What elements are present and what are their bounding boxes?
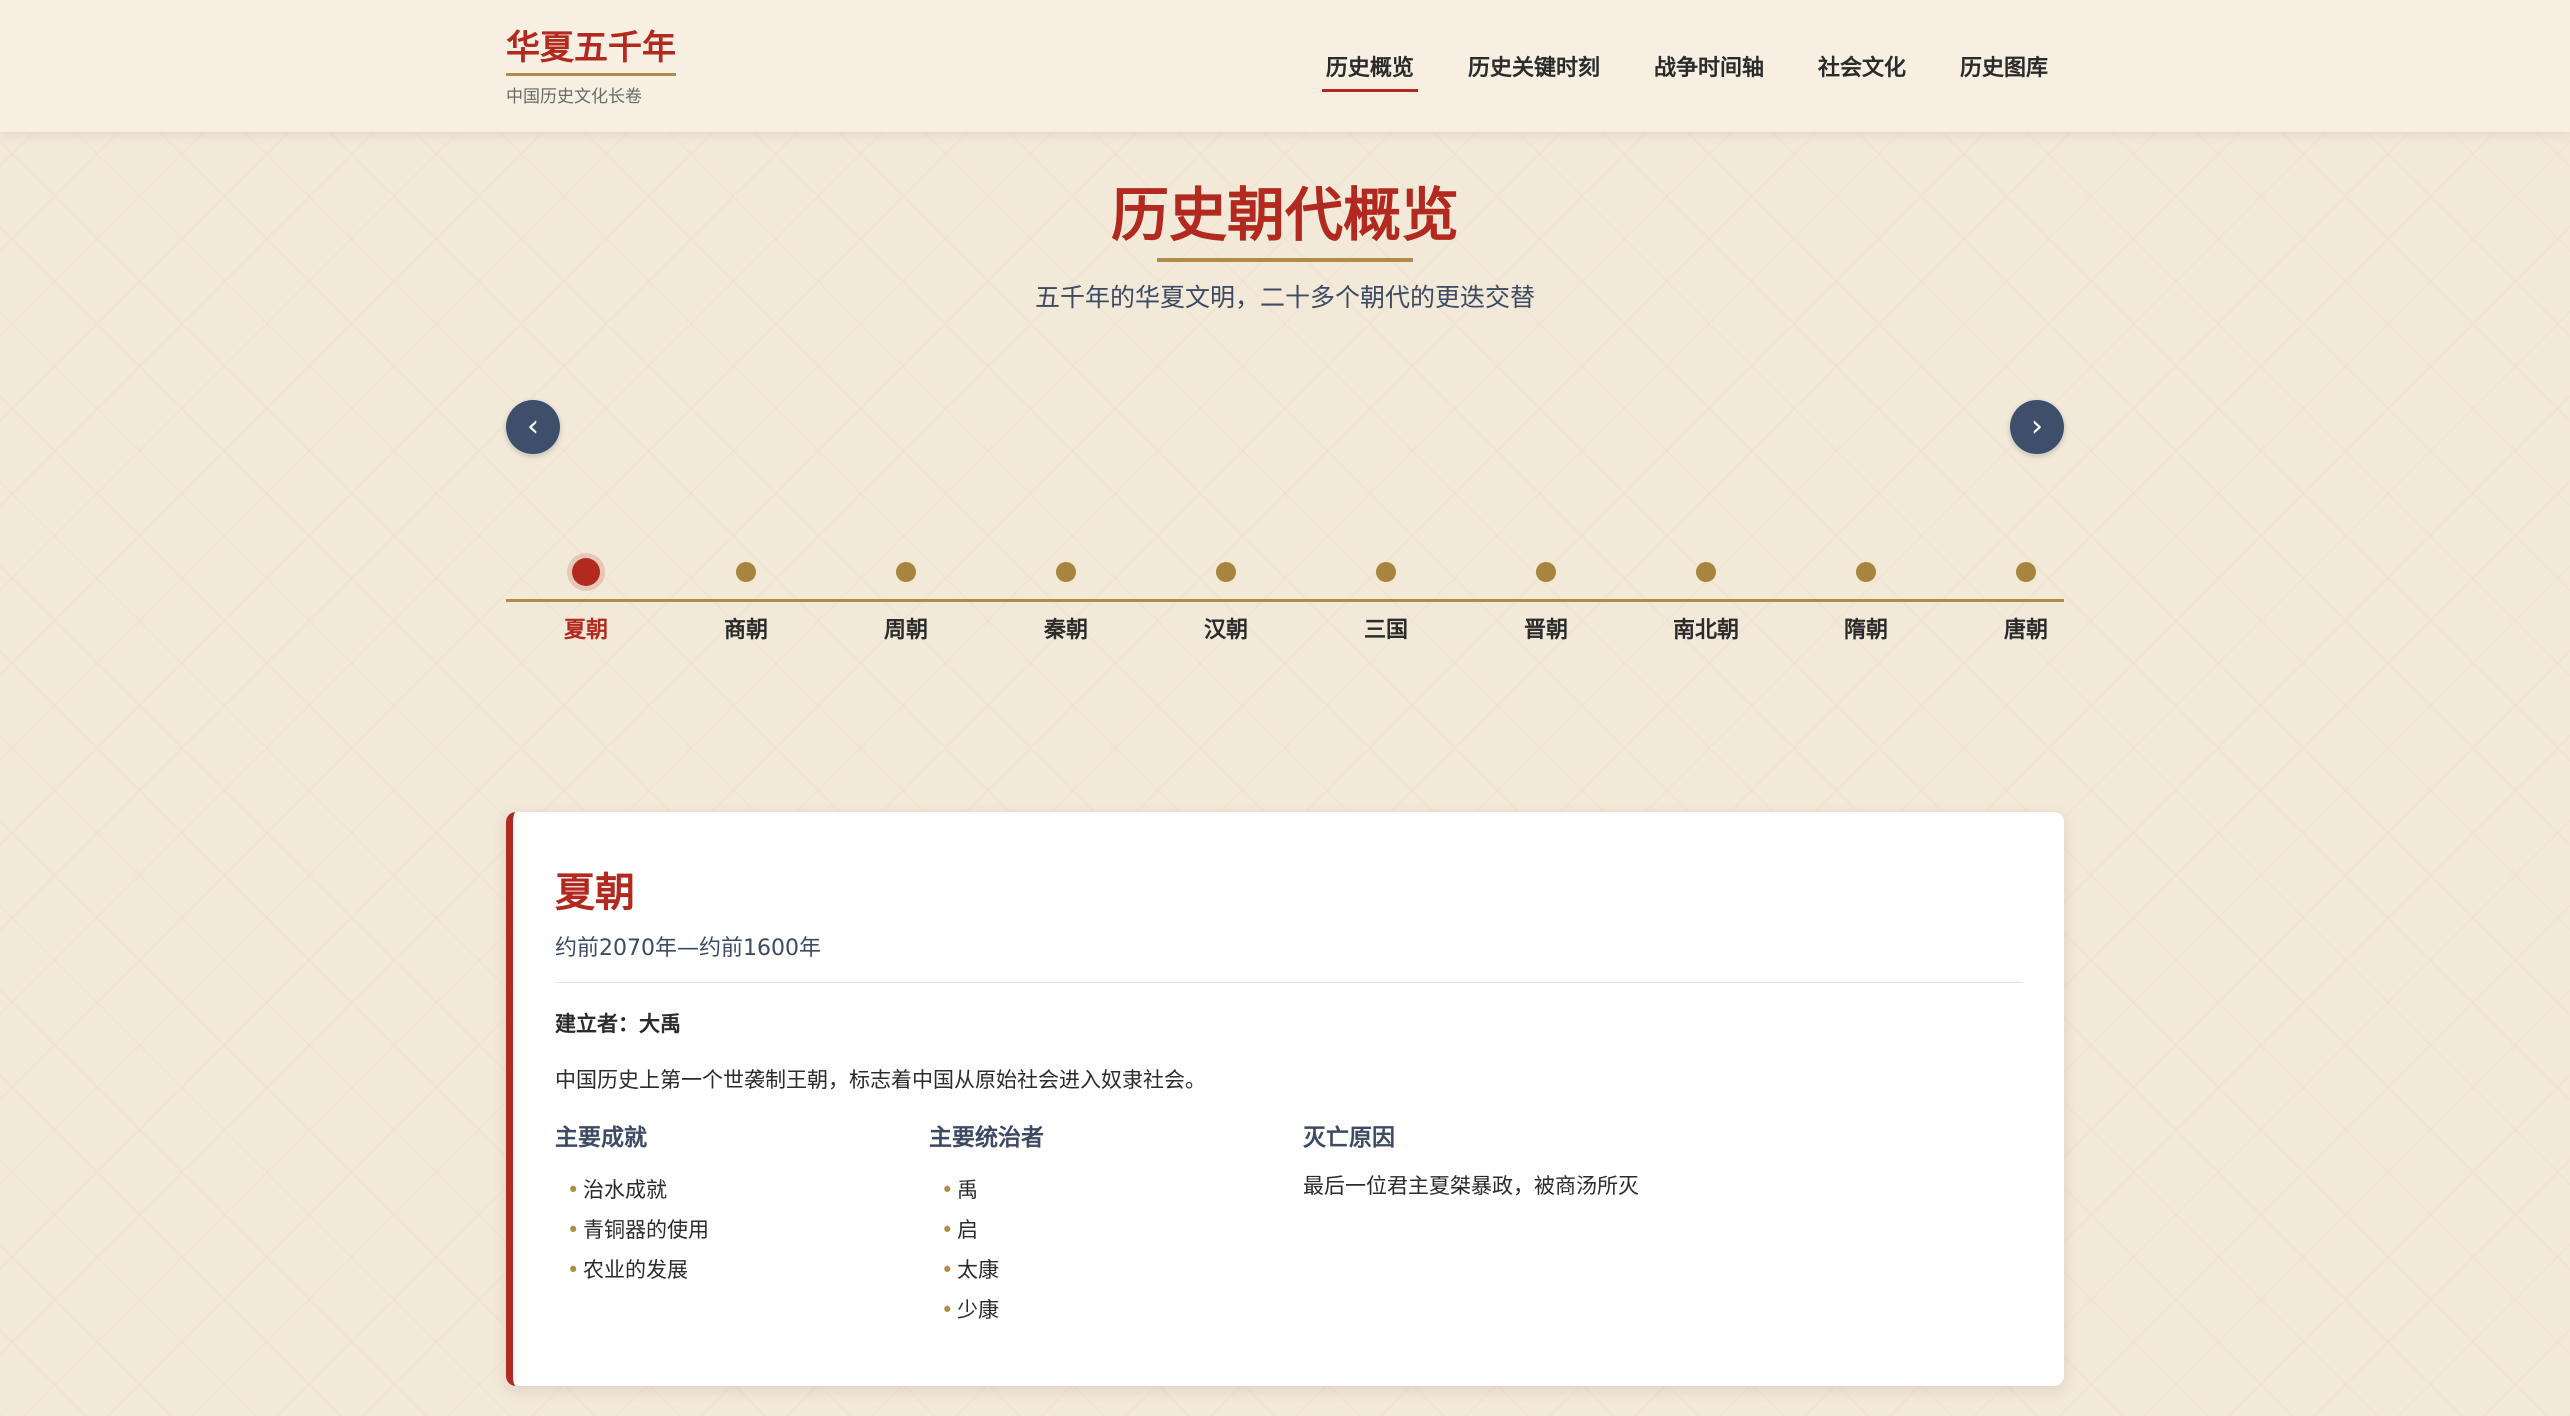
- list-item: 启: [941, 1210, 1044, 1250]
- next-arrow-button[interactable]: ›: [2010, 400, 2064, 454]
- timeline-item-han[interactable]: 汉朝: [1146, 540, 1306, 644]
- timeline-label: 周朝: [883, 618, 928, 643]
- dynasty-founder: 建立者：大禹: [555, 1012, 681, 1036]
- logo-title: 华夏五千年: [506, 28, 676, 76]
- list-item: 少康: [941, 1290, 1044, 1330]
- title-underline: [1157, 258, 1413, 262]
- dynasty-timeline: 夏朝 商朝 周朝 秦朝 汉朝 三国 晋朝 南北朝 隋朝 唐朝: [506, 540, 2064, 660]
- fall-column: 灭亡原因 最后一位君主夏桀暴政，被商汤所灭: [1303, 1118, 1639, 1200]
- timeline-dot: [736, 562, 756, 582]
- nav-item-key-moments[interactable]: 历史关键时刻: [1468, 50, 1600, 92]
- dynasty-description: 中国历史上第一个世袭制王朝，标志着中国从原始社会进入奴隶社会。: [555, 1068, 1206, 1092]
- timeline-item-sui[interactable]: 隋朝: [1786, 540, 1946, 644]
- achievements-list: 治水成就 青铜器的使用 农业的发展: [555, 1170, 709, 1290]
- achievements-column: 主要成就 治水成就 青铜器的使用 农业的发展: [555, 1118, 709, 1290]
- timeline-dot: [1696, 562, 1716, 582]
- timeline-label: 隋朝: [1843, 618, 1888, 643]
- list-item: 太康: [941, 1250, 1044, 1290]
- timeline-label: 晋朝: [1523, 618, 1568, 643]
- rulers-column: 主要统治者 禹 启 太康 少康: [929, 1118, 1044, 1330]
- timeline-item-jin[interactable]: 晋朝: [1466, 540, 1626, 644]
- timeline-dot: [1056, 562, 1076, 582]
- timeline-dot: [896, 562, 916, 582]
- site-header: 华夏五千年 中国历史文化长卷 历史概览 历史关键时刻 战争时间轴 社会文化 历史…: [0, 0, 2570, 132]
- page-subtitle: 五千年的华夏文明，二十多个朝代的更迭交替: [1034, 283, 1535, 312]
- timeline-item-qin[interactable]: 秦朝: [986, 540, 1146, 644]
- timeline-item-xia[interactable]: 夏朝: [506, 540, 666, 644]
- achievements-title: 主要成就: [555, 1124, 647, 1151]
- list-item: 农业的发展: [567, 1250, 709, 1290]
- rulers-title: 主要统治者: [929, 1124, 1044, 1151]
- timeline-dot: [1856, 562, 1876, 582]
- dynasty-detail-card: 夏朝 约前2070年—约前1600年 建立者：大禹 中国历史上第一个世袭制王朝，…: [506, 812, 2064, 1386]
- timeline-item-northern-southern[interactable]: 南北朝: [1626, 540, 1786, 644]
- nav-item-culture[interactable]: 社会文化: [1818, 50, 1906, 92]
- logo[interactable]: 华夏五千年 中国历史文化长卷: [506, 28, 676, 107]
- dynasty-title: 夏朝: [555, 869, 635, 916]
- dynasty-period: 约前2070年—约前1600年: [555, 936, 821, 961]
- timeline-dot: [1376, 562, 1396, 582]
- timeline-dot: [1216, 562, 1236, 582]
- timeline-item-zhou[interactable]: 周朝: [826, 540, 986, 644]
- fall-title: 灭亡原因: [1303, 1124, 1395, 1151]
- nav-item-overview[interactable]: 历史概览: [1321, 50, 1418, 92]
- nav-item-war-timeline[interactable]: 战争时间轴: [1654, 50, 1764, 92]
- chevron-right-icon: ›: [2031, 409, 2043, 444]
- timeline-dot: [2016, 562, 2036, 582]
- prev-arrow-button[interactable]: ‹: [506, 400, 560, 454]
- timeline-label: 商朝: [723, 618, 768, 643]
- timeline-item-three-kingdoms[interactable]: 三国: [1306, 540, 1466, 644]
- chevron-left-icon: ‹: [527, 409, 539, 444]
- timeline-dot: [1536, 562, 1556, 582]
- list-item: 治水成就: [567, 1170, 709, 1210]
- logo-subtitle: 中国历史文化长卷: [506, 86, 642, 107]
- list-item: 青铜器的使用: [567, 1210, 709, 1250]
- list-item: 禹: [941, 1170, 1044, 1210]
- timeline-item-shang[interactable]: 商朝: [666, 540, 826, 644]
- timeline-label: 夏朝: [563, 618, 608, 643]
- fall-reason: 最后一位君主夏桀暴政，被商汤所灭: [1303, 1174, 1639, 1198]
- card-divider: [555, 982, 2022, 983]
- timeline-label: 秦朝: [1043, 618, 1088, 643]
- nav-item-gallery[interactable]: 历史图库: [1960, 50, 2048, 92]
- timeline-label: 汉朝: [1203, 618, 1248, 643]
- timeline-label: 唐朝: [2003, 618, 2048, 643]
- rulers-list: 禹 启 太康 少康: [929, 1170, 1044, 1330]
- timeline-label: 三国: [1363, 618, 1408, 643]
- timeline-label: 南北朝: [1672, 618, 1739, 643]
- timeline-item-tang[interactable]: 唐朝: [1946, 540, 2106, 644]
- timeline-dot: [572, 558, 600, 586]
- page-title: 历史朝代概览: [1110, 181, 1459, 249]
- main-nav: 历史概览 历史关键时刻 战争时间轴 社会文化 历史图库: [1272, 50, 2048, 92]
